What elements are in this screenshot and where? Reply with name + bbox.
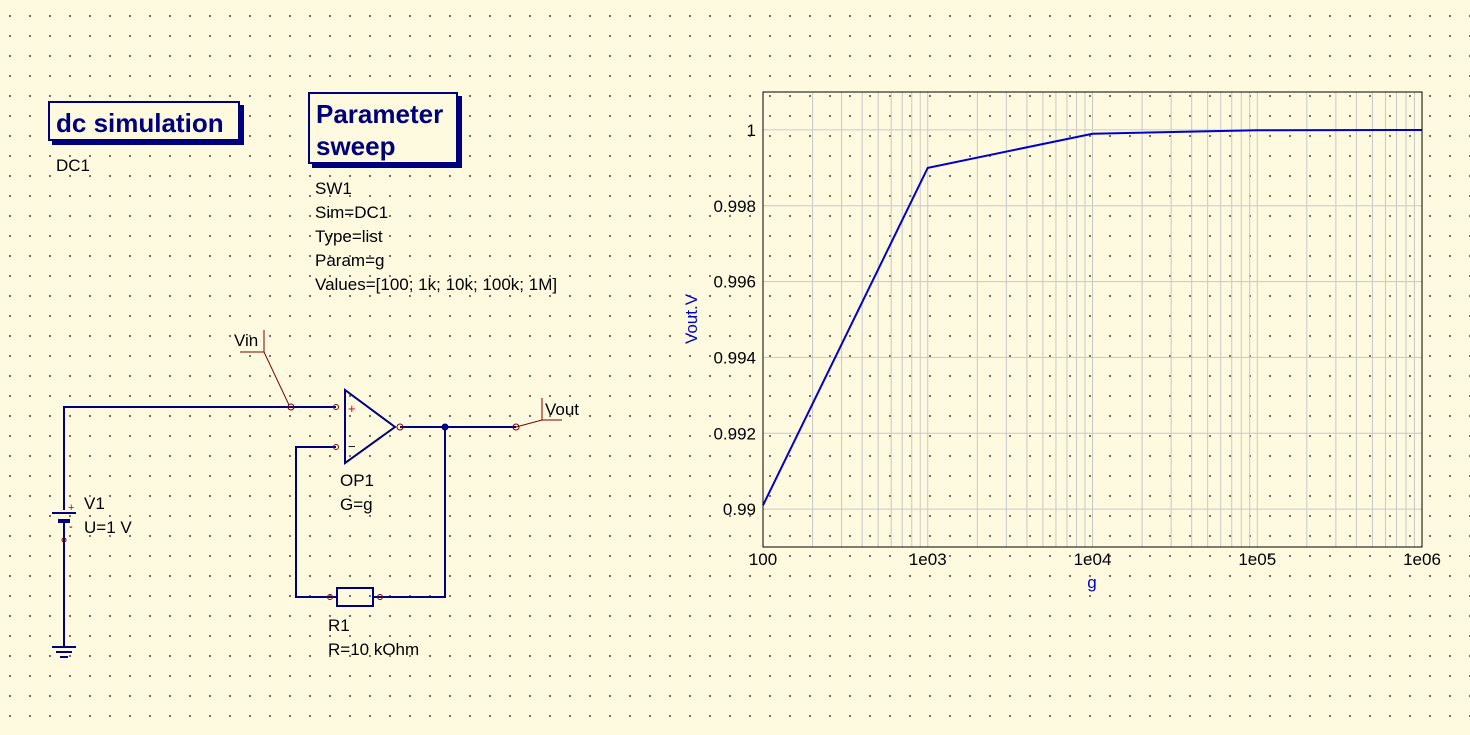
x-tick-label: 100 [749,550,777,569]
x-tick-label: 1e03 [909,550,947,569]
y-tick-label: 0.998 [713,197,756,216]
chart-ylabel: Vout.V [682,293,701,344]
y-tick-label: 1 [747,121,756,140]
y-tick-label: 0.994 [713,348,756,367]
y-tick-label: 0.996 [713,273,756,292]
chart-xtick-labels: 100 1e03 1e04 1e05 1e06 [749,550,1441,569]
x-tick-label: 1e06 [1403,550,1441,569]
chart-ytick-labels: 0.99 0.992 0.994 0.996 0.998 1 [713,121,756,519]
x-tick-label: 1e04 [1074,550,1112,569]
y-tick-label: 0.99 [723,500,756,519]
chart-xlabel: g [1087,573,1096,592]
chart-grid [763,92,1422,547]
chart[interactable]: 100 1e03 1e04 1e05 1e06 0.990.9920.9940.9960… [0,0,1470,735]
x-tick-label: 1e05 [1238,550,1276,569]
y-tick-label: 0.992 [713,424,756,443]
